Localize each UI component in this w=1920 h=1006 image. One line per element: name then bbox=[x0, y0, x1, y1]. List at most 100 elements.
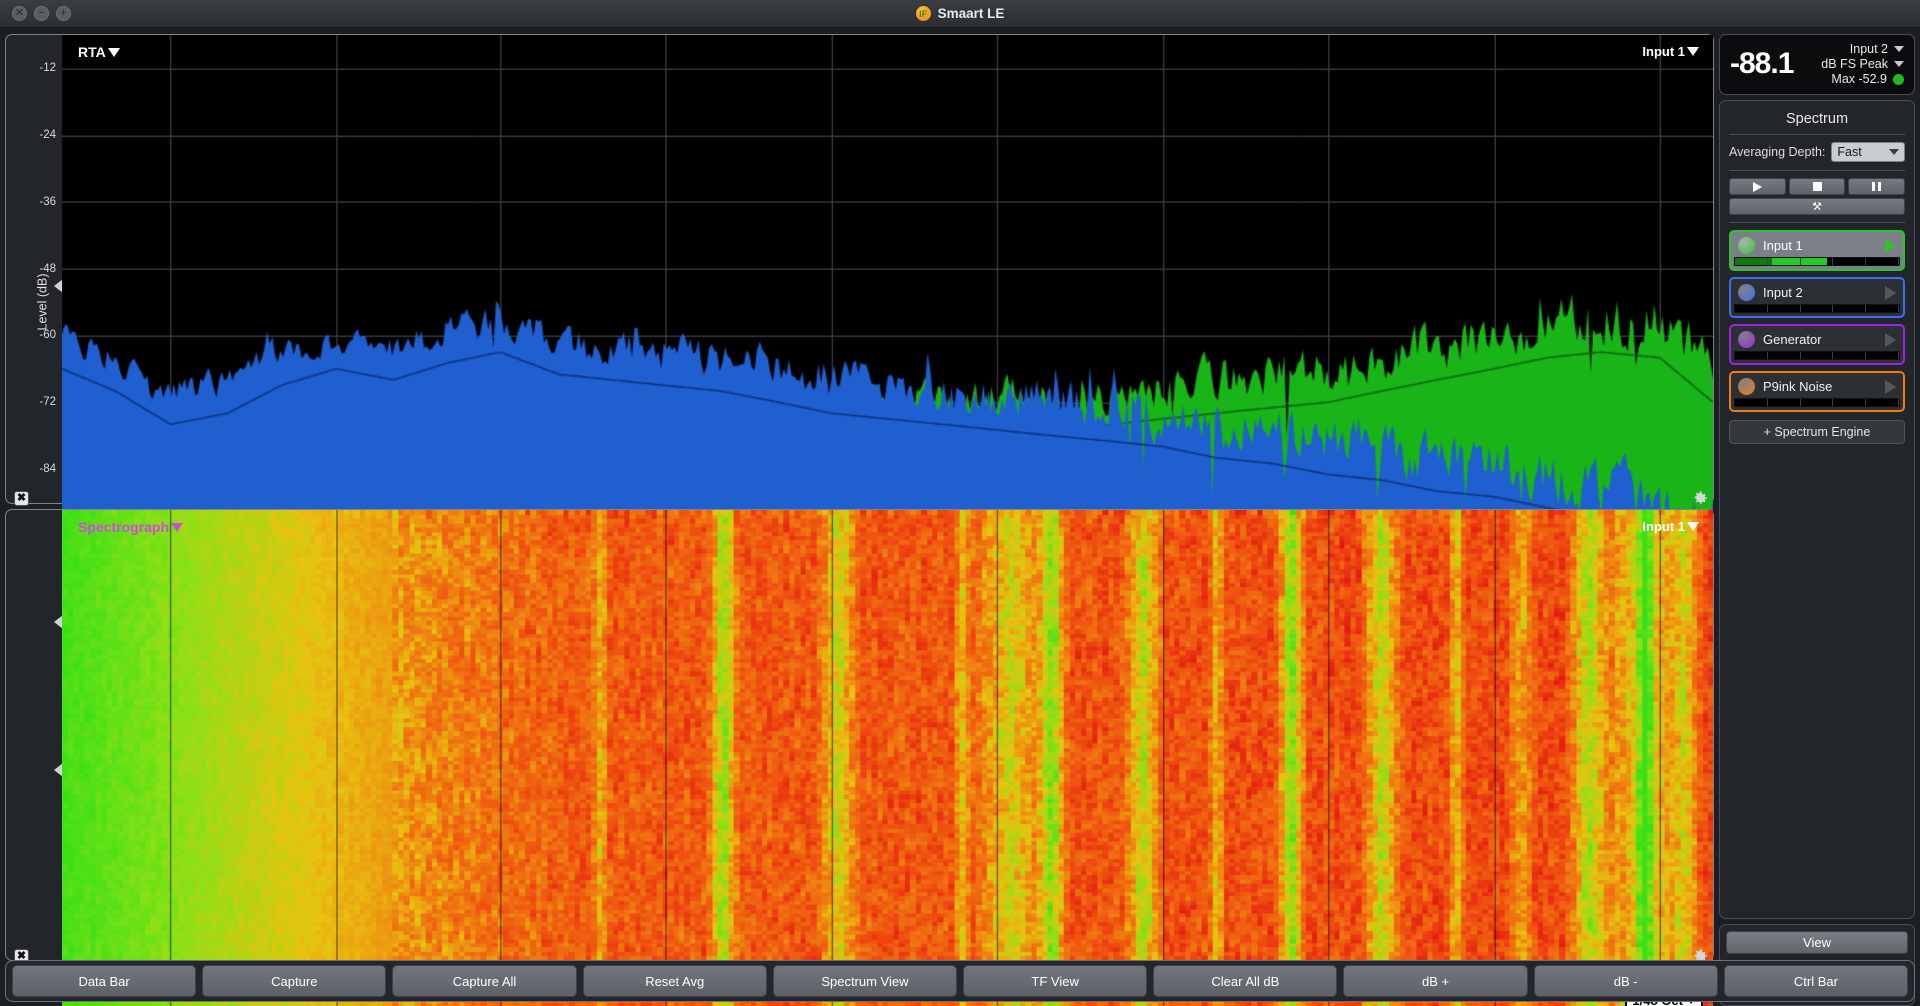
engine-color-dot-icon bbox=[1738, 284, 1755, 301]
bottom-toolbar: Data Bar Capture Capture All Reset Avg Spect… bbox=[5, 960, 1915, 1002]
spectrograph-y-axis bbox=[6, 510, 63, 1006]
toolbar-button-data-bar[interactable]: Data Bar bbox=[12, 965, 197, 997]
toolbar-button-ctrl-bar[interactable]: Ctrl Bar bbox=[1723, 965, 1909, 997]
minimize-icon[interactable]: − bbox=[34, 6, 49, 21]
rta-y-tick: -36 bbox=[39, 195, 56, 208]
smaart-logo-icon: IF bbox=[915, 6, 931, 21]
chevron-down-icon bbox=[1894, 61, 1904, 67]
rta-gear-icon[interactable] bbox=[1692, 490, 1709, 507]
zoom-icon[interactable]: + bbox=[56, 6, 71, 21]
rta-y-tick: -72 bbox=[39, 395, 56, 408]
play-icon bbox=[1752, 181, 1762, 192]
spectrum-control-panel: Spectrum Averaging Depth: Fast ⚒ Input 1… bbox=[1719, 100, 1915, 919]
engine-play-icon[interactable] bbox=[1885, 238, 1896, 253]
meter-max-label: Max -52.9 bbox=[1831, 72, 1887, 86]
averaging-depth-select[interactable]: Fast bbox=[1831, 142, 1905, 162]
rta-plot-area[interactable]: RTA Input 1 1/48 Oct bbox=[62, 35, 1713, 569]
engine-level-meter bbox=[1734, 398, 1900, 407]
toolbar-button-db[interactable]: dB - bbox=[1533, 965, 1718, 997]
toolbar-button-capture[interactable]: Capture bbox=[202, 965, 387, 997]
engine-play-icon[interactable] bbox=[1885, 379, 1896, 394]
rta-y-tick: -84 bbox=[39, 462, 56, 475]
toolbar-button-tf-view[interactable]: TF View bbox=[963, 965, 1148, 997]
toolbar-button-capture-all[interactable]: Capture All bbox=[392, 965, 577, 997]
spectrum-engine-item[interactable]: Generator bbox=[1729, 324, 1905, 365]
pause-button[interactable] bbox=[1848, 178, 1906, 195]
toolbar-button-db[interactable]: dB + bbox=[1343, 965, 1528, 997]
spectrograph-plot-area[interactable]: Spectrograph Input 1 1/48 Oct bbox=[62, 510, 1713, 1006]
stop-icon bbox=[1812, 182, 1822, 191]
app-body: Level (dB) -12-24-36-48-60-72-84-96 RTA … bbox=[0, 28, 1920, 1006]
toolbar-button-clear-all-db[interactable]: Clear All dB bbox=[1153, 965, 1338, 997]
engine-level-meter bbox=[1734, 351, 1900, 360]
spectrum-engine-row: Input 2 bbox=[1734, 282, 1900, 304]
spectrum-engine-row: Input 1 bbox=[1734, 235, 1900, 257]
engine-color-dot-icon bbox=[1738, 378, 1755, 395]
rta-y-axis-label: Level (dB) bbox=[35, 273, 50, 331]
meter-scale-label: dB FS Peak bbox=[1821, 57, 1888, 71]
chevron-down-icon bbox=[1894, 46, 1904, 52]
rta-view-selector[interactable]: RTA bbox=[78, 44, 120, 60]
spectrum-engine-label: Input 2 bbox=[1763, 285, 1803, 300]
spectrum-engine-row: Generator bbox=[1734, 329, 1900, 351]
engine-play-icon[interactable] bbox=[1885, 332, 1896, 347]
averaging-depth-value: Fast bbox=[1837, 145, 1862, 159]
rta-panel: Level (dB) -12-24-36-48-60-72-84-96 RTA … bbox=[5, 34, 1714, 583]
spectrum-engine-label: P9ink Noise bbox=[1763, 379, 1833, 394]
view-button[interactable]: View bbox=[1726, 931, 1908, 954]
level-meter-details: Input 2 dB FS Peak Max -52.9 bbox=[1801, 42, 1904, 86]
add-spectrum-engine-button[interactable]: + Spectrum Engine bbox=[1729, 420, 1905, 444]
divider bbox=[1729, 170, 1905, 171]
chevron-down-icon bbox=[171, 522, 184, 532]
divider bbox=[1729, 134, 1905, 135]
meter-scale-selector[interactable]: dB FS Peak bbox=[1821, 57, 1904, 71]
spectrum-engine-list: Input 1 Input 2 Generator P9ink Noise bbox=[1727, 230, 1907, 412]
meter-input-selector[interactable]: Input 2 bbox=[1850, 42, 1904, 56]
rta-y-tick: -12 bbox=[39, 62, 56, 75]
toolbar-button-spectrum-view[interactable]: Spectrum View bbox=[772, 965, 958, 997]
wrench-icon: ⚒ bbox=[1812, 201, 1822, 213]
pause-icon bbox=[1872, 182, 1882, 191]
engine-play-icon[interactable] bbox=[1885, 285, 1896, 300]
meter-input-label: Input 2 bbox=[1849, 42, 1888, 56]
rta-input-selector[interactable]: Input 1 bbox=[1642, 44, 1699, 59]
engine-color-dot-icon bbox=[1738, 331, 1755, 348]
engine-color-dot-icon bbox=[1738, 237, 1755, 254]
rta-input-label: Input 1 bbox=[1642, 44, 1685, 59]
spectrum-engine-row: P9ink Noise bbox=[1734, 376, 1900, 398]
spectrum-engine-item[interactable]: Input 2 bbox=[1729, 277, 1905, 318]
spectrograph-view-label: Spectrograph bbox=[78, 519, 170, 535]
signal-led-icon bbox=[1893, 73, 1904, 85]
rta-y-axis: Level (dB) -12-24-36-48-60-72-84-96 bbox=[6, 35, 63, 569]
toolbar-button-reset-avg[interactable]: Reset Avg bbox=[582, 965, 767, 997]
play-button[interactable] bbox=[1729, 178, 1786, 195]
rta-close-panel-icon[interactable]: ✖ bbox=[14, 491, 29, 506]
plots-column: Level (dB) -12-24-36-48-60-72-84-96 RTA … bbox=[5, 34, 1714, 1006]
averaging-depth-row: Averaging Depth: Fast bbox=[1727, 142, 1907, 170]
rta-y-tick: -60 bbox=[39, 329, 56, 342]
engine-level-meter bbox=[1734, 257, 1900, 266]
level-meter-panel: -88.1 Input 2 dB FS Peak Max -52.9 bbox=[1719, 34, 1915, 95]
stop-button[interactable] bbox=[1788, 178, 1846, 195]
chevron-down-icon bbox=[1687, 522, 1699, 531]
rta-body: Level (dB) -12-24-36-48-60-72-84-96 RTA … bbox=[6, 35, 1713, 569]
rta-view-label: RTA bbox=[78, 44, 106, 60]
window-title-group: IF Smaart LE bbox=[0, 6, 1920, 21]
tools-button[interactable]: ⚒ bbox=[1729, 198, 1905, 215]
transport-controls bbox=[1727, 178, 1907, 198]
spectrograph-input-label: Input 1 bbox=[1642, 519, 1685, 534]
window-title: Smaart LE bbox=[937, 6, 1005, 21]
spectrum-engine-item[interactable]: P9ink Noise bbox=[1729, 371, 1905, 412]
close-icon[interactable]: ✕ bbox=[12, 6, 27, 21]
chevron-down-icon bbox=[1687, 47, 1699, 56]
meter-max-row: Max -52.9 bbox=[1831, 72, 1904, 86]
window-controls: ✕ − + bbox=[12, 6, 71, 21]
spectrograph-input-selector[interactable]: Input 1 bbox=[1642, 519, 1699, 534]
spectrum-engine-item[interactable]: Input 1 bbox=[1729, 230, 1905, 271]
window-titlebar: ✕ − + IF Smaart LE bbox=[0, 0, 1920, 28]
spectrum-engine-label: Input 1 bbox=[1763, 238, 1803, 253]
level-meter-value: -88.1 bbox=[1730, 47, 1794, 80]
spectrograph-body: Spectrograph Input 1 1/48 Oct bbox=[6, 510, 1713, 1006]
rta-y-tick: -48 bbox=[39, 262, 56, 275]
spectrograph-view-selector[interactable]: Spectrograph bbox=[78, 519, 184, 535]
